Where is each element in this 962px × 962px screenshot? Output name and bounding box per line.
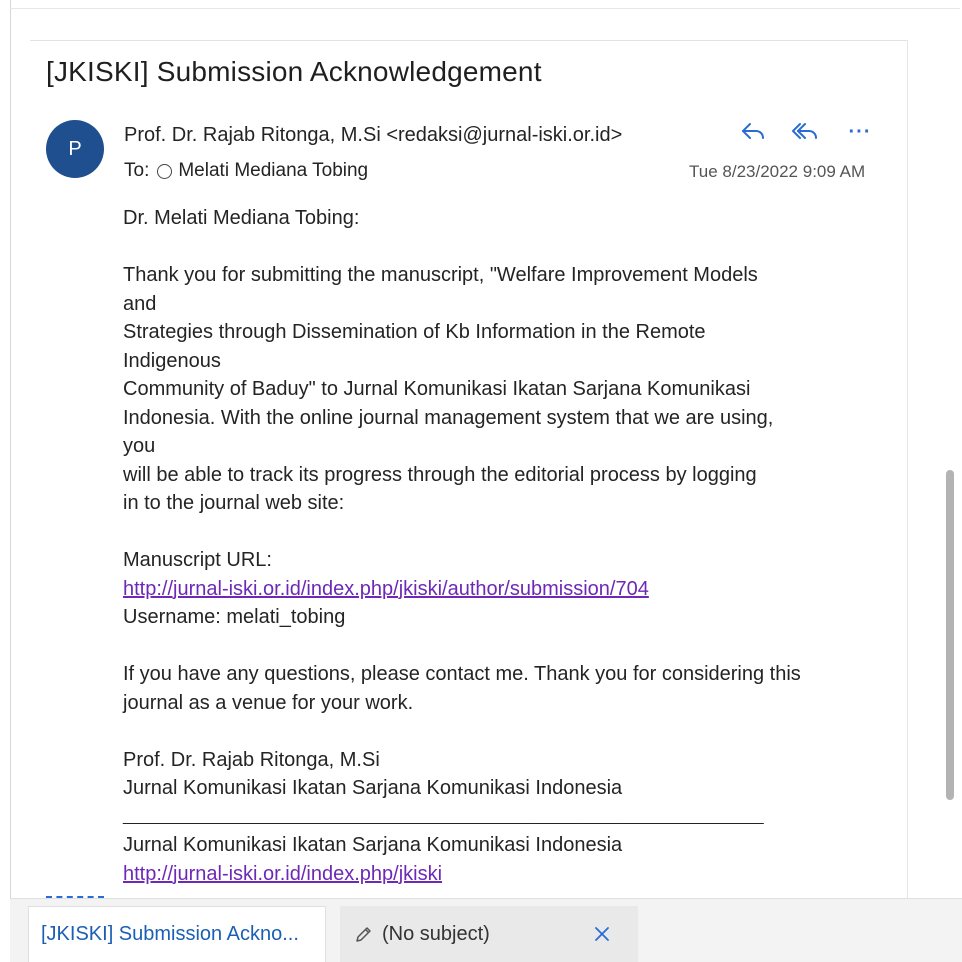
recipient-name[interactable]: Melati Mediana Tobing [178,160,368,182]
recipient-line: To: Melati Mediana Tobing [124,160,368,182]
body-line: journal as a venue for your work. [123,691,414,714]
footer-journal: Jurnal Komunikasi Ikatan Sarjana Komunik… [123,834,623,856]
body-line: and [123,292,157,315]
tab-label: (No subject) [382,922,490,945]
email-date: Tue 8/23/2022 9:09 AM [689,162,866,181]
tab-submission-acknowledgement[interactable]: [JKISKI] Submission Ackno... [28,906,326,962]
sender-line[interactable]: Prof. Dr. Rajab Ritonga, M.Si <redaksi@j… [124,124,622,147]
body-line: Thank you for submitting the manuscript,… [123,264,758,286]
sender-avatar[interactable]: P [46,120,104,178]
vertical-scrollbar[interactable] [946,470,954,800]
pencil-icon [354,924,374,944]
more-actions-button[interactable]: ··· [845,118,875,146]
greeting: Dr. Melati Mediana Tobing: [123,207,360,229]
reply-icon [742,123,764,139]
window-top-border [10,8,960,9]
email-body: Dr. Melati Mediana Tobing: Thank you for… [123,204,883,888]
body-line: If you have any questions, please contac… [123,663,801,685]
manuscript-url-link[interactable]: http://jurnal-iski.or.id/index.php/jkisk… [123,578,649,600]
to-label: To: [124,160,150,181]
presence-status-icon [157,163,173,179]
tab-label: [JKISKI] Submission Ackno... [41,923,299,945]
close-icon [595,927,609,941]
body-line: in to the journal web site: [123,492,345,514]
username-line: Username: melati_tobing [123,606,346,628]
signature-separator: ________________________________________… [123,807,764,825]
body-line: Strategies through Dissemination of Kb I… [123,321,706,343]
body-line: you [123,435,156,457]
body-line: Community of Baduy" to Jurnal Komunikasi… [123,378,751,400]
window-left-border [10,0,11,962]
close-draft-tab-button[interactable] [590,922,614,946]
footer-journal-link[interactable]: http://jurnal-iski.or.id/index.php/jkisk… [123,863,442,885]
reply-all-button[interactable] [790,118,820,146]
signature-journal: Jurnal Komunikasi Ikatan Sarjana Komunik… [123,777,623,799]
signature-name: Prof. Dr. Rajab Ritonga, M.Si [123,748,380,771]
email-subject: [JKISKI] Submission Acknowledgement [46,56,542,87]
manuscript-url-label: Manuscript URL: [123,549,272,571]
reply-all-icon [792,123,817,139]
body-line: Indigenous [123,349,221,372]
reply-button[interactable] [738,118,768,146]
reading-pane-border [907,106,908,906]
body-line: will be able to track its progress throu… [123,463,757,486]
body-line: Indonesia. With the online journal manag… [123,406,774,429]
